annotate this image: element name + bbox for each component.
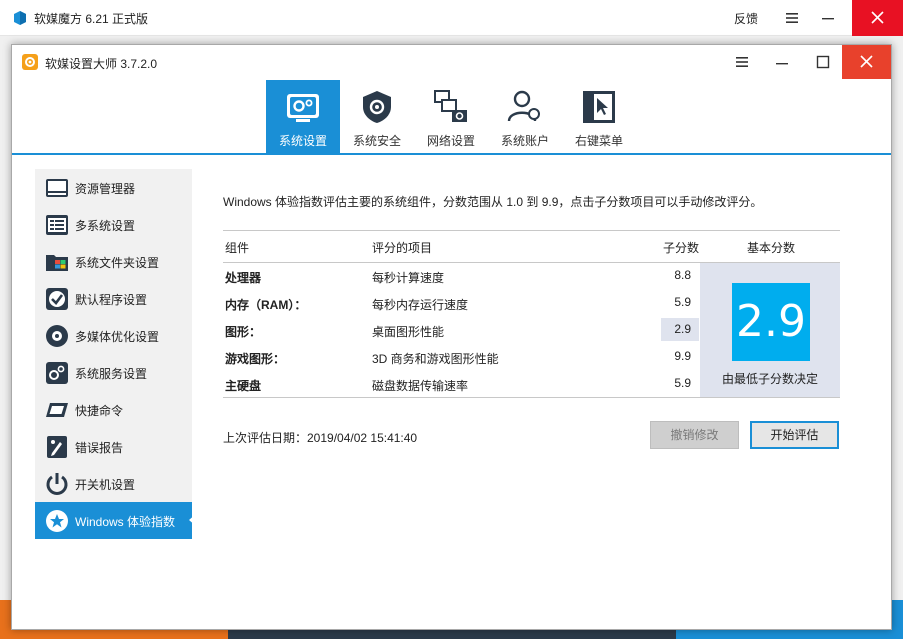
sidebar-item-multi-boot[interactable]: 多系统设置 [35, 206, 192, 243]
minimize-icon[interactable] [820, 10, 836, 26]
services-icon [46, 362, 68, 384]
sidebar-item-label: 错误报告 [75, 441, 124, 455]
tab-system-accounts[interactable]: 系统账户 [488, 80, 562, 153]
tab-label: 网络设置 [426, 134, 475, 148]
subscore-gaming-graphics[interactable]: 9.9 [661, 345, 699, 368]
sidebar: 资源管理器 多系统设置 系统文件夹设置 默认程序设置 多媒体优化设置 系统服务设… [35, 169, 196, 539]
dialog-title: 软媒设置大师 3.7.2.0 [45, 57, 158, 71]
sidebar-item-quick-commands[interactable]: 快捷命令 [35, 391, 192, 428]
dialog-maximize-icon[interactable] [815, 54, 831, 70]
top-nav: 系统设置 系统安全 网络设置 系统账户 右键菜单 [12, 79, 891, 155]
base-score-caption: 由最低子分数决定 [721, 372, 818, 386]
row-rated-processor: 每秒计算速度 [372, 271, 445, 285]
dialog-close-button[interactable] [842, 45, 891, 79]
outer-close-button[interactable] [852, 0, 903, 36]
description-text: Windows 体验指数评估主要的系统组件，分数范围从 1.0 到 9.9，点击… [223, 195, 763, 209]
row-rated-graphics: 桌面图形性能 [372, 325, 445, 339]
sidebar-item-label: 快捷命令 [75, 404, 124, 418]
row-component-memory: 内存（RAM）： [225, 298, 307, 312]
users-icon [507, 90, 540, 122]
active-indicator [189, 514, 196, 526]
row-component-primary-disk: 主硬盘 [225, 379, 262, 393]
tab-system-settings[interactable]: 系统设置 [266, 80, 340, 153]
tab-context-menu[interactable]: 右键菜单 [562, 80, 636, 153]
outer-window-title: 软媒魔方 6.21 正式版 [34, 12, 149, 26]
sidebar-item-label: 资源管理器 [75, 182, 136, 196]
header-base-score: 基本分数 [747, 241, 796, 255]
sidebar-item-windows-experience-index[interactable]: Windows 体验指数 [35, 502, 196, 539]
network-icon [434, 90, 467, 122]
shield-icon [363, 91, 391, 123]
app-logo-icon [14, 11, 26, 25]
row-component-gaming-graphics: 游戏图形： [225, 352, 286, 366]
header-component: 组件 [225, 241, 250, 255]
row-component-processor: 处理器 [225, 271, 262, 285]
close-icon [860, 55, 873, 68]
sidebar-item-system-folders[interactable]: 系统文件夹设置 [35, 243, 192, 280]
report-icon [47, 436, 67, 458]
close-icon [871, 11, 884, 24]
content-area: 资源管理器 多系统设置 系统文件夹设置 默认程序设置 多媒体优化设置 系统服务设… [12, 157, 891, 629]
dialog-titlebar: 软媒设置大师 3.7.2.0 [12, 45, 891, 79]
subscore-memory[interactable]: 5.9 [661, 291, 699, 314]
base-score-panel: 2.9 由最低子分数决定 [700, 263, 840, 397]
sidebar-item-label: 开关机设置 [75, 478, 136, 492]
menu-icon[interactable] [784, 10, 800, 26]
sidebar-item-default-programs[interactable]: 默认程序设置 [35, 280, 192, 317]
tab-label: 右键菜单 [574, 134, 623, 148]
sidebar-item-power-settings[interactable]: 开关机设置 [35, 465, 192, 502]
base-score-value: 2.9 [732, 283, 810, 361]
row-rated-gaming-graphics: 3D 商务和游戏图形性能 [372, 352, 499, 366]
start-assessment-button[interactable]: 开始评估 [750, 421, 839, 449]
subscore-primary-disk[interactable]: 5.9 [661, 372, 699, 395]
explorer-icon [46, 179, 68, 197]
tab-label: 系统设置 [278, 134, 327, 148]
power-icon [46, 473, 68, 495]
sidebar-item-label: 默认程序设置 [75, 293, 148, 307]
undo-changes-button[interactable]: 撤销修改 [650, 421, 739, 449]
feedback-link[interactable]: 反馈 [734, 10, 758, 27]
check-icon [46, 288, 68, 310]
sidebar-item-label: Windows 体验指数 [75, 515, 176, 529]
media-icon [46, 325, 68, 347]
sidebar-item-label: 多媒体优化设置 [75, 330, 160, 344]
subscore-processor[interactable]: 8.8 [661, 264, 699, 287]
dialog-minimize-icon[interactable] [774, 54, 790, 70]
last-assessment-date: 上次评估日期：2019/04/02 15:41:40 [223, 431, 418, 445]
gear-logo-icon [22, 54, 38, 70]
tab-system-security[interactable]: 系统安全 [340, 80, 414, 153]
system-settings-icon [287, 94, 319, 122]
table-top-border [223, 230, 840, 231]
sidebar-item-label: 多系统设置 [75, 219, 136, 233]
tab-label: 系统安全 [352, 134, 401, 148]
sidebar-item-label: 系统文件夹设置 [75, 256, 160, 270]
row-component-graphics: 图形： [225, 325, 262, 339]
sidebar-item-error-reports[interactable]: 错误报告 [35, 428, 192, 465]
tab-network-settings[interactable]: 网络设置 [414, 80, 488, 153]
table-bottom-border [223, 397, 840, 398]
sidebar-item-system-services[interactable]: 系统服务设置 [35, 354, 192, 391]
row-rated-primary-disk: 磁盘数据传输速率 [372, 379, 469, 393]
context-menu-icon [583, 91, 615, 123]
sidebar-item-explorer[interactable]: 资源管理器 [35, 169, 192, 206]
sidebar-item-label: 系统服务设置 [75, 367, 148, 381]
folder-icon [46, 255, 68, 271]
header-subscore: 子分数 [663, 241, 700, 255]
subscore-graphics[interactable]: 2.9 [661, 318, 699, 341]
command-icon [46, 403, 68, 417]
dialog-menu-icon[interactable] [734, 54, 750, 70]
settings-dialog: 软媒设置大师 3.7.2.0 系统设置 系统安全 网络设置 系统账户 右键菜单 … [11, 44, 892, 630]
header-rated-item: 评分的项目 [372, 241, 433, 255]
multi-boot-icon [46, 215, 68, 235]
row-rated-memory: 每秒内存运行速度 [372, 298, 469, 312]
tab-label: 系统账户 [500, 134, 549, 148]
outer-titlebar: 软媒魔方 6.21 正式版 反馈 [0, 0, 903, 36]
star-icon [46, 510, 68, 532]
sidebar-item-media-optimization[interactable]: 多媒体优化设置 [35, 317, 192, 354]
